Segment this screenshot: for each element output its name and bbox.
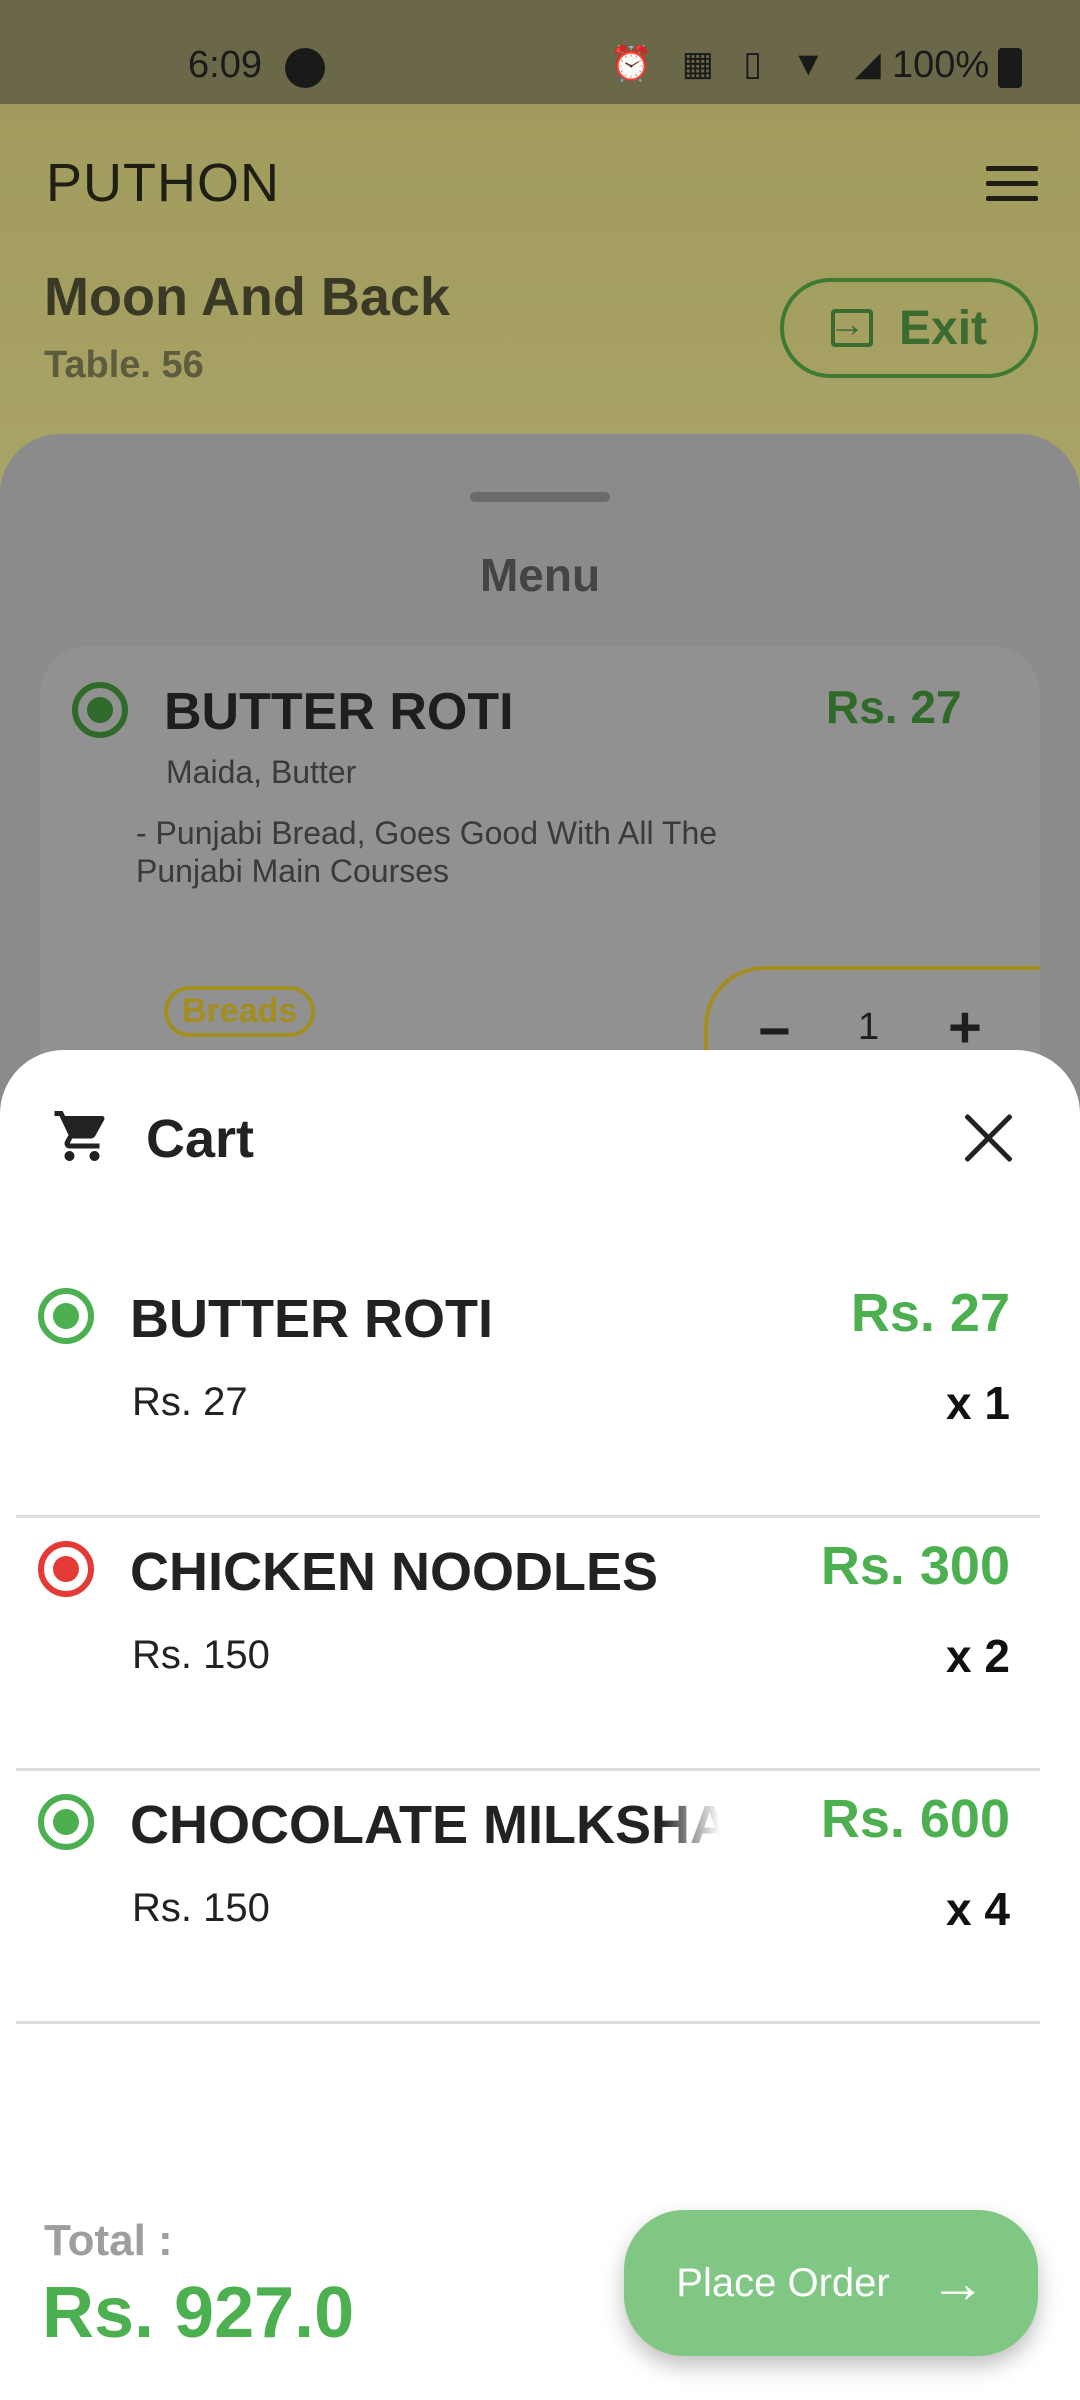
cart-item-total: Rs. 300 [820, 1536, 1010, 1596]
notification-icon [285, 48, 325, 88]
cart-item-qty: x 4 [946, 1883, 1010, 1935]
cart-item-name: CHOCOLATE MILKSHAKE [130, 1795, 720, 1855]
divider [16, 1515, 1040, 1518]
cart-item-name: CHICKEN NOODLES [130, 1542, 659, 1602]
status-icons: ⏰ ▦ ▯ ▼ ◢ [610, 45, 891, 83]
cart-sheet: Cart BUTTER ROTI Rs. 27 Rs. 27 x 1 CHICK… [0, 1050, 1080, 2400]
cart-item-unit-price: Rs. 150 [132, 1886, 270, 1930]
hamburger-menu-icon[interactable] [986, 166, 1038, 202]
cart-item[interactable]: CHOCOLATE MILKSHAKE Rs. 600 Rs. 150 x 4 [0, 1772, 1080, 2024]
veg-indicator-icon [38, 1288, 94, 1344]
menu-title: Menu [479, 549, 601, 601]
cart-item-total: Rs. 27 [850, 1283, 1010, 1343]
table-number: Table. 56 [44, 344, 204, 386]
cart-item-unit-price: Rs. 150 [132, 1633, 270, 1677]
drag-handle[interactable] [470, 492, 610, 502]
cart-item[interactable]: CHICKEN NOODLES Rs. 300 Rs. 150 x 2 [0, 1519, 1080, 1771]
cart-item-total: Rs. 600 [820, 1789, 1010, 1849]
divider [16, 2021, 1040, 2024]
battery-percent: 100% [892, 44, 990, 86]
quantity-value: 1 [858, 1006, 880, 1048]
total-label: Total : [44, 2216, 173, 2265]
veg-indicator-icon [38, 1794, 94, 1850]
battery-icon [998, 48, 1022, 88]
place-order-label: Place Order [676, 2260, 890, 2305]
arrow-right-icon: → [929, 2251, 986, 2314]
nonveg-indicator-icon [38, 1541, 94, 1597]
cart-item-qty: x 1 [946, 1377, 1010, 1429]
cart-item-name: BUTTER ROTI [130, 1289, 493, 1349]
menu-item-price: Rs. 27 [826, 681, 962, 733]
cart-item[interactable]: BUTTER ROTI Rs. 27 Rs. 27 x 1 [0, 1266, 1080, 1518]
exit-icon [829, 303, 873, 347]
category-badge: Breads [164, 986, 316, 1037]
status-bar: 6:09 ⏰ ▦ ▯ ▼ ◢ 100% [0, 0, 1080, 104]
cart-item-qty: x 2 [946, 1630, 1010, 1682]
veg-indicator-icon [72, 682, 128, 738]
divider [16, 1768, 1040, 1771]
status-time: 6:09 [188, 44, 262, 86]
close-icon[interactable] [960, 1110, 1016, 1166]
restaurant-name: Moon And Back [44, 267, 451, 327]
app-brand: PUTHON [46, 153, 280, 213]
cart-title: Cart [146, 1109, 255, 1169]
menu-item-ingredients: Maida, Butter [166, 754, 357, 790]
cart-item-unit-price: Rs. 27 [132, 1380, 248, 1424]
place-order-button[interactable]: Place Order → [624, 2210, 1038, 2356]
exit-label: Exit [898, 301, 988, 355]
menu-item-description: - Punjabi Bread, Goes Good With All The … [136, 815, 718, 889]
cart-icon [54, 1111, 105, 1161]
exit-button[interactable]: Exit [780, 278, 1038, 378]
menu-item-name: BUTTER ROTI [164, 683, 514, 741]
total-value: Rs. 927.0 [42, 2273, 355, 2353]
